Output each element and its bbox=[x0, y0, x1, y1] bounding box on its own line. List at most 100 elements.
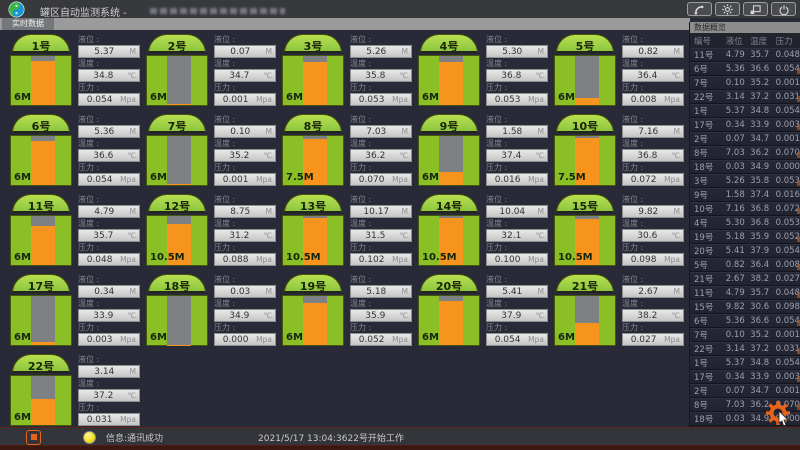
row-pressure: 0.048 bbox=[776, 288, 800, 298]
temp-value: 33.9 bbox=[79, 311, 128, 321]
tank-card[interactable]: 10号 7.5M 液位 : 7.16 M 温度 : 36.8 bbox=[554, 114, 684, 188]
power-button[interactable] bbox=[771, 2, 796, 16]
stop-button[interactable] bbox=[26, 430, 41, 445]
tank-number: 2号 bbox=[168, 40, 187, 53]
pressure-value-box: 0.027 Mpa bbox=[622, 333, 684, 346]
tank-card[interactable]: 7号 6M 液位 : 0.10 M 温度 : 35.2 bbox=[146, 114, 276, 188]
row-temp: 30.6 bbox=[750, 302, 775, 312]
tank-card[interactable]: 22号 6M 液位 : 3.14 M 温度 : 37.2 bbox=[10, 354, 140, 428]
row-temp: 37.2 bbox=[750, 344, 775, 354]
resize-button[interactable] bbox=[743, 2, 768, 16]
tank-dome: 1号 bbox=[12, 34, 70, 53]
tank-card[interactable]: 6号 6M 液位 : 5.36 M 温度 : 36.6 bbox=[10, 114, 140, 188]
temp-field: 温度 : 33.9 ℃ bbox=[78, 299, 140, 323]
tank-card[interactable]: 21号 6M 液位 : 2.67 M 温度 : 38.2 bbox=[554, 274, 684, 348]
temp-unit: ℃ bbox=[672, 151, 680, 160]
pressure-value: 0.088 bbox=[215, 255, 256, 265]
temp-value: 34.8 bbox=[79, 71, 128, 81]
tank-fill bbox=[439, 172, 463, 185]
sidebar-table-row: 1号 5.37 34.8 0.054 bbox=[690, 356, 800, 370]
temp-field: 温度 : 30.6 ℃ bbox=[622, 219, 684, 243]
level-value: 10.17 bbox=[351, 207, 402, 217]
tank-card[interactable]: 8号 7.5M 液位 : 7.03 M 温度 : 36.2 bbox=[282, 114, 412, 188]
level-value-box: 1.58 M bbox=[486, 125, 548, 138]
tank-card[interactable]: 19号 6M 液位 : 5.18 M 温度 : 35.9 bbox=[282, 274, 412, 348]
tank-card[interactable]: 17号 6M 液位 : 0.34 M 温度 : 33.9 bbox=[10, 274, 140, 348]
tank-card[interactable]: 5号 6M 液位 : 0.82 M 温度 : 36.4 bbox=[554, 34, 684, 108]
tank-card[interactable]: 20号 6M 液位 : 5.41 M 温度 : 37.9 bbox=[418, 274, 548, 348]
pressure-label: 压力 : bbox=[214, 83, 276, 93]
level-value: 5.41 bbox=[487, 287, 538, 297]
temp-label: 温度 : bbox=[214, 139, 276, 149]
phone-button[interactable] bbox=[687, 2, 712, 16]
pressure-value: 0.102 bbox=[351, 255, 392, 265]
level-label: 液位 : bbox=[350, 275, 412, 285]
temp-value: 37.2 bbox=[79, 391, 128, 401]
tank-readings: 液位 : 10.17 M 温度 : 31.5 ℃ 压力 : 0.102 Mpa bbox=[350, 195, 412, 267]
row-pressure: 0.052 bbox=[776, 232, 800, 242]
sidebar-table-row: 21号 2.67 38.2 0.027 bbox=[690, 272, 800, 286]
tank-number: 9号 bbox=[440, 120, 459, 133]
level-label: 液位 : bbox=[622, 195, 684, 205]
level-field: 液位 : 7.16 M bbox=[622, 115, 684, 139]
temp-value-box: 35.2 ℃ bbox=[214, 149, 276, 162]
tank-card[interactable]: 15号 10.5M 液位 : 9.82 M 温度 : 30.6 bbox=[554, 194, 684, 268]
level-label: 液位 : bbox=[486, 275, 548, 285]
tank-dome: 10号 bbox=[556, 114, 614, 133]
tank-graphic: 19号 6M bbox=[282, 274, 344, 346]
row-level: 0.03 bbox=[726, 162, 750, 172]
tank-card[interactable]: 14号 10.5M 液位 : 10.04 M 温度 : 32.1 bbox=[418, 194, 548, 268]
tank-body: 6M bbox=[554, 295, 616, 346]
pressure-label: 压力 : bbox=[622, 243, 684, 253]
level-value: 10.04 bbox=[487, 207, 538, 217]
level-unit: M bbox=[674, 207, 680, 216]
col-header-pressure: 压力 bbox=[776, 35, 800, 47]
tank-card[interactable]: 18号 6M 液位 : 0.03 M 温度 : 34.9 bbox=[146, 274, 276, 348]
settings-button[interactable] bbox=[715, 2, 740, 16]
sidebar-table-row: 22号 3.14 37.2 0.031 bbox=[690, 90, 800, 104]
level-unit: M bbox=[266, 207, 272, 216]
tank-readings: 液位 : 3.14 M 温度 : 37.2 ℃ 压力 : 0.031 Mpa bbox=[78, 355, 140, 427]
tank-dome: 22号 bbox=[12, 354, 70, 373]
row-pressure: 0.048 bbox=[776, 50, 800, 60]
level-value: 0.07 bbox=[215, 47, 266, 57]
remote-gear-badge[interactable] bbox=[764, 400, 794, 428]
pressure-value: 0.054 bbox=[487, 335, 528, 345]
pressure-value-box: 0.053 Mpa bbox=[486, 93, 548, 106]
row-pressure: 0.053 bbox=[776, 176, 800, 186]
row-id: 10号 bbox=[694, 203, 726, 215]
temp-value: 36.2 bbox=[351, 151, 400, 161]
tank-dome: 2号 bbox=[148, 34, 206, 53]
titlebar: 罐区自动监测系统 - bbox=[0, 0, 800, 18]
temp-unit: ℃ bbox=[128, 391, 136, 400]
level-label: 液位 : bbox=[78, 355, 140, 365]
tab-realtime-data[interactable]: 实时数据 bbox=[2, 18, 54, 30]
pressure-unit: Mpa bbox=[120, 335, 136, 344]
tank-card[interactable]: 12号 10.5M 液位 : 8.75 M 温度 : 31.2 bbox=[146, 194, 276, 268]
tank-card[interactable]: 2号 6M 液位 : 0.07 M 温度 : 34.7 bbox=[146, 34, 276, 108]
pressure-field: 压力 : 0.048 Mpa bbox=[78, 243, 140, 267]
tank-card[interactable]: 13号 10.5M 液位 : 10.17 M 温度 : 31.5 bbox=[282, 194, 412, 268]
sidebar-table-row: 1号 5.37 34.8 0.054 bbox=[690, 104, 800, 118]
tank-card[interactable]: 1号 6M 液位 : 5.37 M 温度 : 34.8 bbox=[10, 34, 140, 108]
temp-field: 温度 : 36.2 ℃ bbox=[350, 139, 412, 163]
tank-number: 19号 bbox=[300, 280, 326, 293]
temp-value: 37.9 bbox=[487, 311, 536, 321]
pressure-label: 压力 : bbox=[78, 243, 140, 253]
temp-value-box: 36.2 ℃ bbox=[350, 149, 412, 162]
tank-card[interactable]: 3号 6M 液位 : 5.26 M 温度 : 35.8 bbox=[282, 34, 412, 108]
tank-card[interactable]: 9号 6M 液位 : 1.58 M 温度 : 37.4 bbox=[418, 114, 548, 188]
row-id: 19号 bbox=[694, 231, 726, 243]
pressure-label: 压力 : bbox=[78, 163, 140, 173]
pressure-label: 压力 : bbox=[78, 83, 140, 93]
pressure-field: 压力 : 0.016 Mpa bbox=[486, 163, 548, 187]
level-field: 液位 : 0.07 M bbox=[214, 35, 276, 59]
level-unit: M bbox=[674, 127, 680, 136]
pressure-unit: Mpa bbox=[392, 95, 408, 104]
tank-card[interactable]: 11号 6M 液位 : 4.79 M 温度 : 35.7 bbox=[10, 194, 140, 268]
tank-number: 18号 bbox=[164, 280, 190, 293]
pressure-label: 压力 : bbox=[78, 403, 140, 413]
pressure-value-box: 0.098 Mpa bbox=[622, 253, 684, 266]
pressure-unit: Mpa bbox=[392, 335, 408, 344]
tank-card[interactable]: 4号 6M 液位 : 5.30 M 温度 : 36.8 bbox=[418, 34, 548, 108]
